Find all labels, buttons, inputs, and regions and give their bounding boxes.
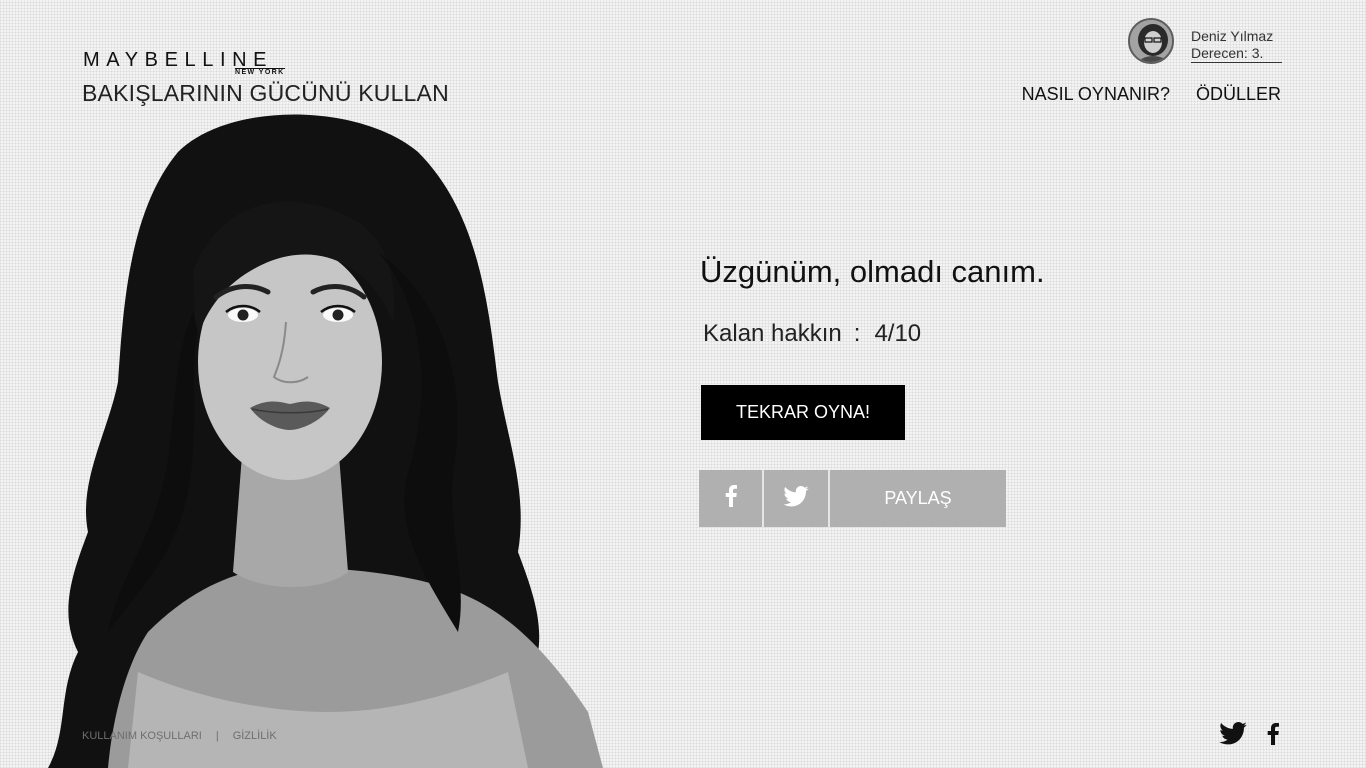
remaining-value: 4/10 — [874, 320, 922, 347]
terms-link[interactable]: KULLANIM KOŞULLARI — [82, 730, 202, 742]
social-links — [1219, 722, 1279, 750]
logo-wordmark: MAYBELLINE — [83, 49, 274, 71]
footer-separator: | — [215, 730, 219, 742]
result-title: Üzgünüm, olmadı canım. — [700, 254, 1045, 289]
twitter-icon — [783, 485, 809, 512]
twitter-icon[interactable] — [1219, 722, 1247, 750]
user-avatar[interactable] — [1128, 18, 1174, 64]
replay-button[interactable]: TEKRAR OYNA! — [701, 385, 905, 440]
share-bar: PAYLAŞ — [699, 470, 1006, 527]
nav-prizes[interactable]: ÖDÜLLER — [1196, 84, 1281, 105]
facebook-icon[interactable] — [1267, 722, 1279, 750]
remaining-attempts: Kalan hakkın : 4/10 — [703, 320, 921, 348]
top-navigation: NASIL OYNANIR? ÖDÜLLER — [1022, 84, 1281, 105]
share-facebook-button[interactable] — [699, 470, 764, 527]
facebook-icon — [725, 485, 737, 512]
share-twitter-button[interactable] — [764, 470, 830, 527]
model-portrait — [28, 112, 628, 768]
nav-how-to-play[interactable]: NASIL OYNANIR? — [1022, 84, 1170, 105]
campaign-tagline: BAKIŞLARININ GÜCÜNÜ KULLAN — [82, 80, 449, 106]
user-rank: Derecen: 3. — [1191, 45, 1282, 63]
remaining-label: Kalan hakkın — [703, 320, 842, 347]
remaining-colon: : — [853, 320, 861, 347]
user-name: Deniz Yılmaz — [1191, 28, 1274, 44]
share-button[interactable]: PAYLAŞ — [830, 470, 1006, 527]
user-profile[interactable]: Deniz Yılmaz Derecen: 3. — [1128, 18, 1288, 68]
footer-links: KULLANIM KOŞULLARI | GİZLİLİK — [82, 730, 277, 742]
privacy-link[interactable]: GİZLİLİK — [233, 730, 277, 742]
maybelline-logo: MAYBELLINE NEW YORK — [83, 49, 323, 76]
logo-subtitle: NEW YORK — [235, 68, 285, 76]
